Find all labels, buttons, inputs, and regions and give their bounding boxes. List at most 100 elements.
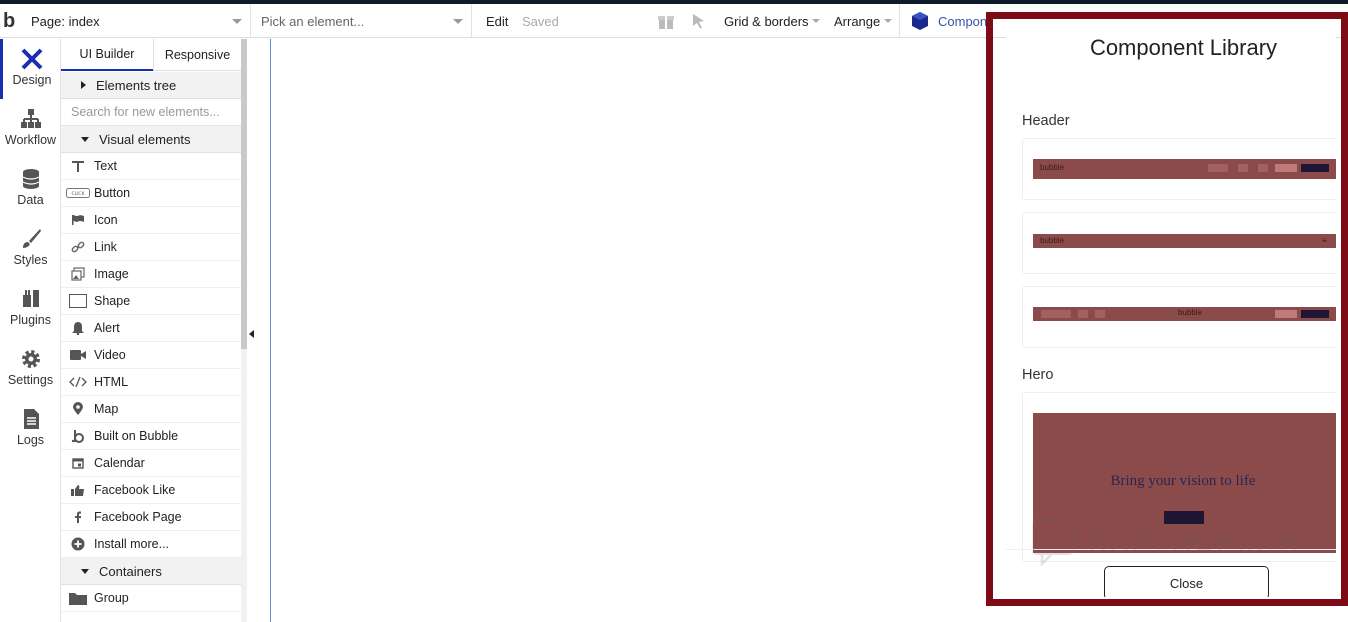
gift-icon[interactable] (657, 4, 679, 38)
element-video[interactable]: Video (61, 342, 241, 369)
design-canvas[interactable] (271, 39, 988, 622)
nav-logs[interactable]: Logs (0, 399, 61, 459)
tab-ui-builder[interactable]: UI Builder (61, 39, 153, 71)
elements-tree-label: Elements tree (96, 77, 177, 93)
page-selector-label: Page: index (31, 13, 100, 29)
watermark-text: ПАРТНЕРКИН (1087, 526, 1302, 557)
header-preview: bubble (1033, 159, 1336, 179)
element-link[interactable]: Link (61, 234, 241, 261)
toolbar-divider (899, 4, 900, 38)
nav-design[interactable]: Design (0, 39, 61, 99)
grid-borders-menu[interactable]: Grid & borders (724, 4, 809, 38)
caret-right-icon (81, 81, 86, 89)
element-facebook-page[interactable]: Facebook Page (61, 504, 241, 531)
element-label: Text (94, 159, 117, 173)
nav-plugins[interactable]: Plugins (0, 279, 61, 339)
header-preview: bubble (1033, 307, 1336, 321)
caret-down-icon (81, 136, 89, 142)
cursor-icon[interactable] (692, 4, 710, 38)
database-icon (22, 169, 39, 189)
caret-down-icon (81, 568, 89, 574)
element-html[interactable]: HTML (61, 369, 241, 396)
elements-tree-header[interactable]: Elements tree (61, 72, 241, 99)
element-label: Facebook Page (94, 510, 182, 524)
category-hero: Hero (1022, 367, 1054, 383)
element-search-input[interactable]: Search for new elements... (61, 99, 241, 126)
element-icon[interactable]: Icon (61, 207, 241, 234)
svg-text:CLICK: CLICK (71, 191, 85, 197)
chevron-down-icon (453, 19, 463, 24)
containers-label: Containers (99, 563, 162, 579)
panel-tabs: UI Builder Responsive (61, 39, 241, 71)
arrange-menu[interactable]: Arrange (834, 4, 880, 38)
nav-settings[interactable]: Settings (0, 339, 61, 399)
element-map[interactable]: Map (61, 396, 241, 423)
link-icon (61, 240, 94, 254)
element-built-on-bubble[interactable]: Built on Bubble (61, 423, 241, 450)
header-template-2[interactable]: bubble ≡ (1022, 212, 1336, 274)
design-icon (21, 48, 43, 70)
chevron-down-icon (232, 19, 242, 24)
facebook-icon (61, 511, 94, 523)
element-text[interactable]: Text (61, 153, 241, 180)
element-button[interactable]: CLICK Button (61, 180, 241, 207)
nav-workflow[interactable]: Workflow (0, 99, 61, 159)
element-picker[interactable]: Pick an element... (252, 4, 472, 38)
button-icon: CLICK (61, 188, 94, 198)
element-label: Group (94, 591, 129, 605)
element-picker-label: Pick an element... (261, 13, 365, 29)
nav-label: Plugins (10, 313, 51, 327)
thumbs-up-icon (61, 484, 94, 496)
tab-responsive[interactable]: Responsive (153, 39, 241, 71)
bell-icon (61, 321, 94, 335)
elements-panel: UI Builder Responsive Elements tree Sear… (61, 39, 241, 622)
component-library-button[interactable]: Compon (938, 4, 987, 38)
panel-scrollbar[interactable] (241, 39, 247, 349)
chevron-down-icon (884, 4, 892, 38)
nav-styles[interactable]: Styles (0, 219, 61, 279)
header-template-1[interactable]: bubble (1022, 138, 1336, 200)
plug-icon (22, 290, 39, 307)
modal-title: Component Library (1089, 35, 1278, 60)
nav-data[interactable]: Data (0, 159, 61, 219)
nav-label: Data (17, 193, 44, 207)
element-install-more[interactable]: Install more... (61, 531, 241, 558)
page-selector[interactable]: Page: index (31, 4, 251, 38)
category-header: Header (1022, 113, 1070, 129)
element-facebook-like[interactable]: Facebook Like (61, 477, 241, 504)
element-shape[interactable]: Shape (61, 288, 241, 315)
edit-menu[interactable]: Edit (486, 4, 508, 38)
preview-nav-link (1078, 310, 1088, 318)
element-label: Image (94, 267, 129, 281)
visual-elements-header[interactable]: Visual elements (61, 126, 241, 153)
preview-signup-button (1301, 310, 1329, 318)
nav-label: Logs (16, 433, 45, 447)
element-calendar[interactable]: Calendar (61, 450, 241, 477)
bubble-logo[interactable]: b (3, 4, 15, 38)
collapse-panel-icon[interactable] (249, 330, 254, 338)
nav-label: Design (12, 73, 52, 87)
header-template-3[interactable]: bubble (1022, 286, 1336, 348)
element-image[interactable]: Image (61, 261, 241, 288)
preview-brand: bubble (1040, 236, 1065, 245)
bubble-logo-icon (61, 429, 94, 443)
shape-icon (61, 294, 94, 308)
containers-header[interactable]: Containers (61, 558, 241, 585)
video-icon (61, 349, 94, 361)
element-group[interactable]: Group (61, 585, 241, 612)
element-label: Map (94, 402, 119, 416)
gear-icon (21, 350, 40, 368)
element-label: Facebook Like (94, 483, 176, 497)
element-label: Built on Bubble (94, 429, 179, 443)
element-alert[interactable]: Alert (61, 315, 241, 342)
header-preview: bubble ≡ (1033, 234, 1336, 248)
visual-elements-list: Text CLICK Button Icon Link Image Shape A… (61, 153, 241, 558)
preview-nav-link (1095, 310, 1105, 318)
preview-signup-button (1301, 164, 1329, 172)
element-label: Calendar (94, 456, 145, 470)
cube-icon[interactable] (911, 4, 931, 38)
code-icon (61, 376, 94, 388)
text-icon (61, 159, 94, 173)
hamburger-icon: ≡ (1322, 236, 1327, 245)
brush-icon (22, 229, 41, 248)
